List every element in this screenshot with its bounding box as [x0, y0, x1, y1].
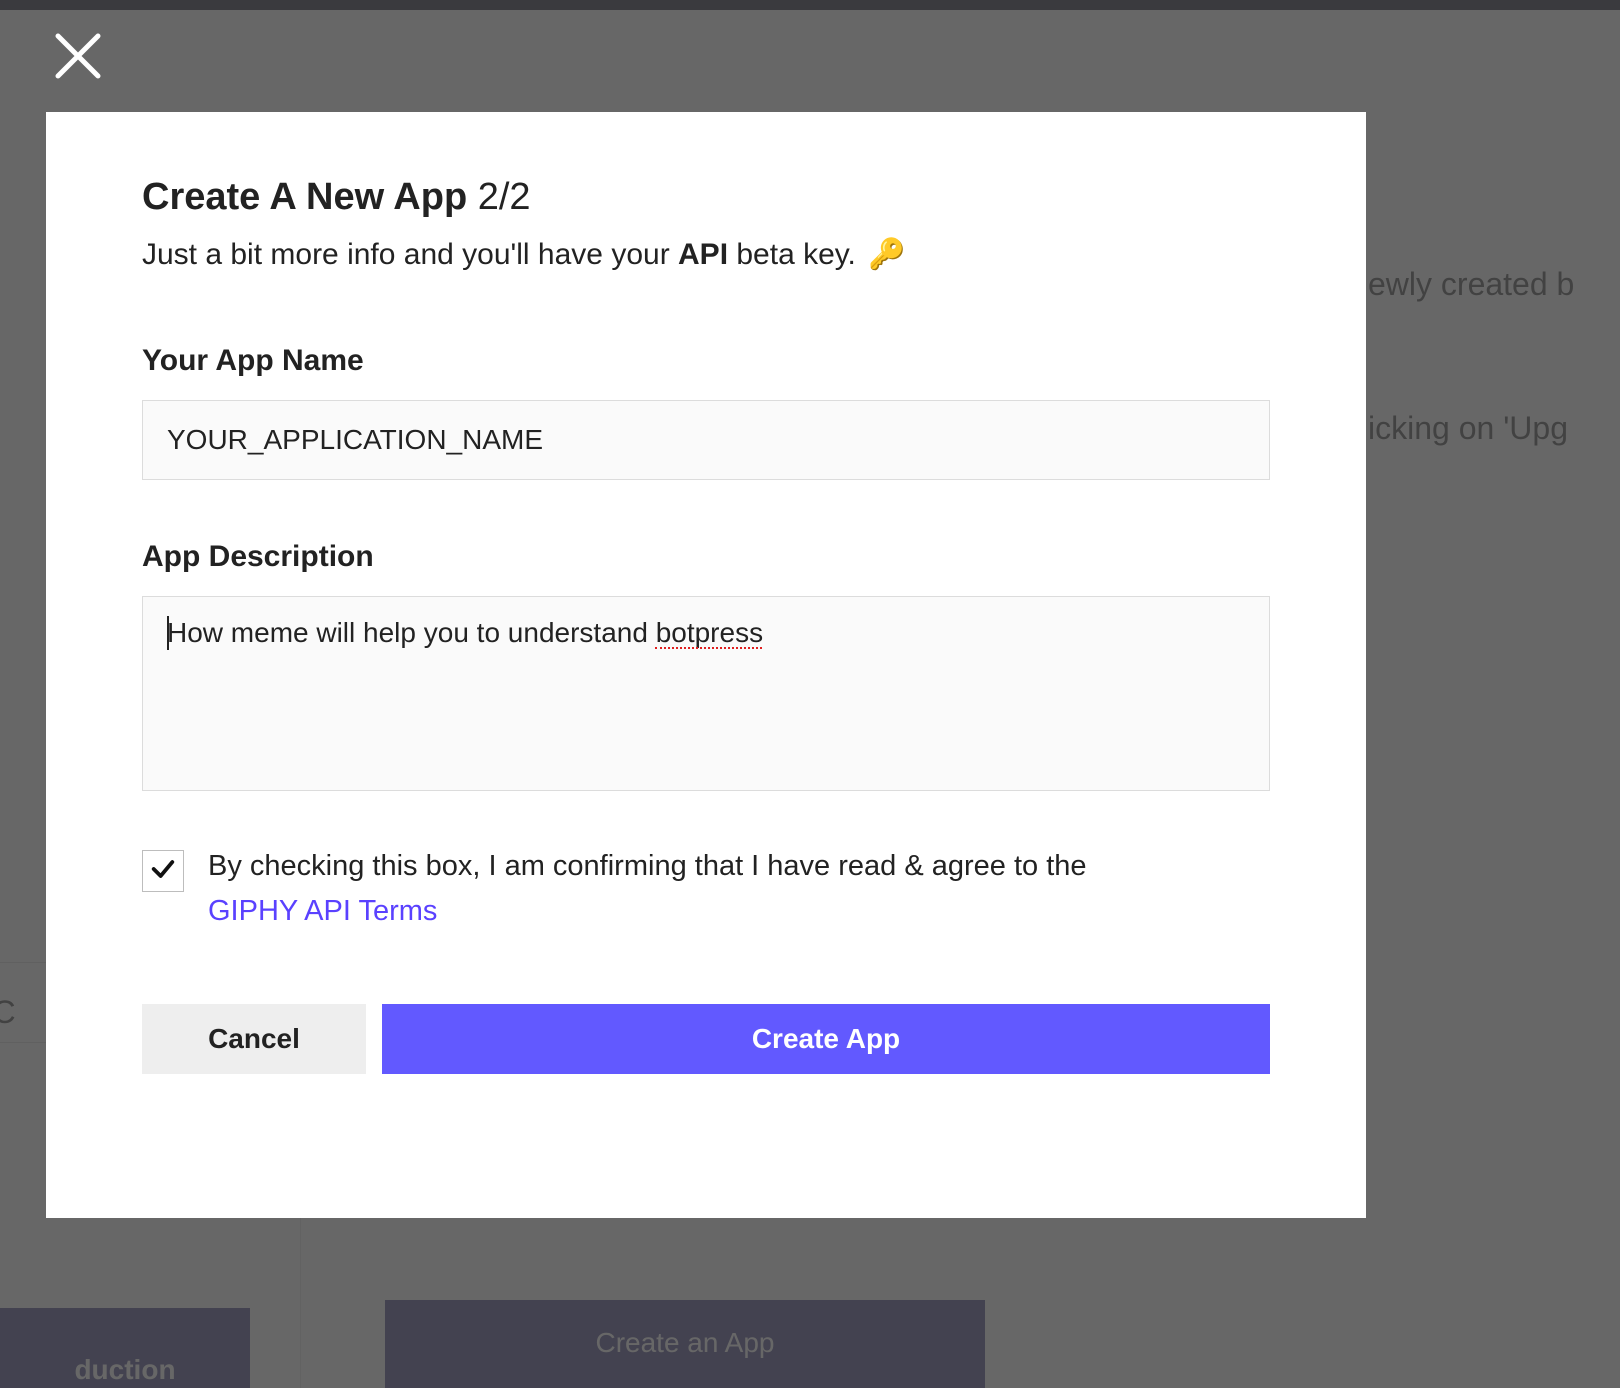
terms-text-body: By checking this box, I am confirming th… [208, 850, 1087, 882]
modal-title-main: Create A New App [142, 176, 467, 218]
close-icon [50, 71, 106, 88]
modal-button-row: Cancel Create App [142, 1004, 1270, 1074]
modal-title-step: 2/2 [478, 176, 531, 218]
app-name-input[interactable] [142, 400, 1270, 480]
create-app-button[interactable]: Create App [382, 1004, 1270, 1074]
close-button[interactable] [50, 28, 106, 84]
subtitle-pre: Just a bit more info and you'll have you… [142, 238, 678, 271]
app-description-label: App Description [142, 540, 1270, 574]
terms-consent-row: By checking this box, I am confirming th… [142, 844, 1270, 934]
checkmark-icon [149, 855, 177, 888]
terms-text: By checking this box, I am confirming th… [208, 844, 1087, 934]
modal-title: Create A New App 2/2 [142, 176, 1270, 219]
subtitle-bold: API [678, 238, 728, 271]
modal-subtitle: Just a bit more info and you'll have you… [142, 237, 1270, 272]
key-icon: 🔑 [868, 238, 905, 271]
giphy-api-terms-link[interactable]: GIPHY API Terms [208, 895, 437, 927]
app-description-input[interactable] [142, 596, 1270, 791]
subtitle-post: beta key. [728, 238, 856, 271]
cancel-button[interactable]: Cancel [142, 1004, 366, 1074]
app-name-label: Your App Name [142, 344, 1270, 378]
text-cursor [167, 616, 169, 650]
terms-checkbox[interactable] [142, 850, 184, 892]
create-app-modal: Create A New App 2/2 Just a bit more inf… [46, 112, 1366, 1218]
